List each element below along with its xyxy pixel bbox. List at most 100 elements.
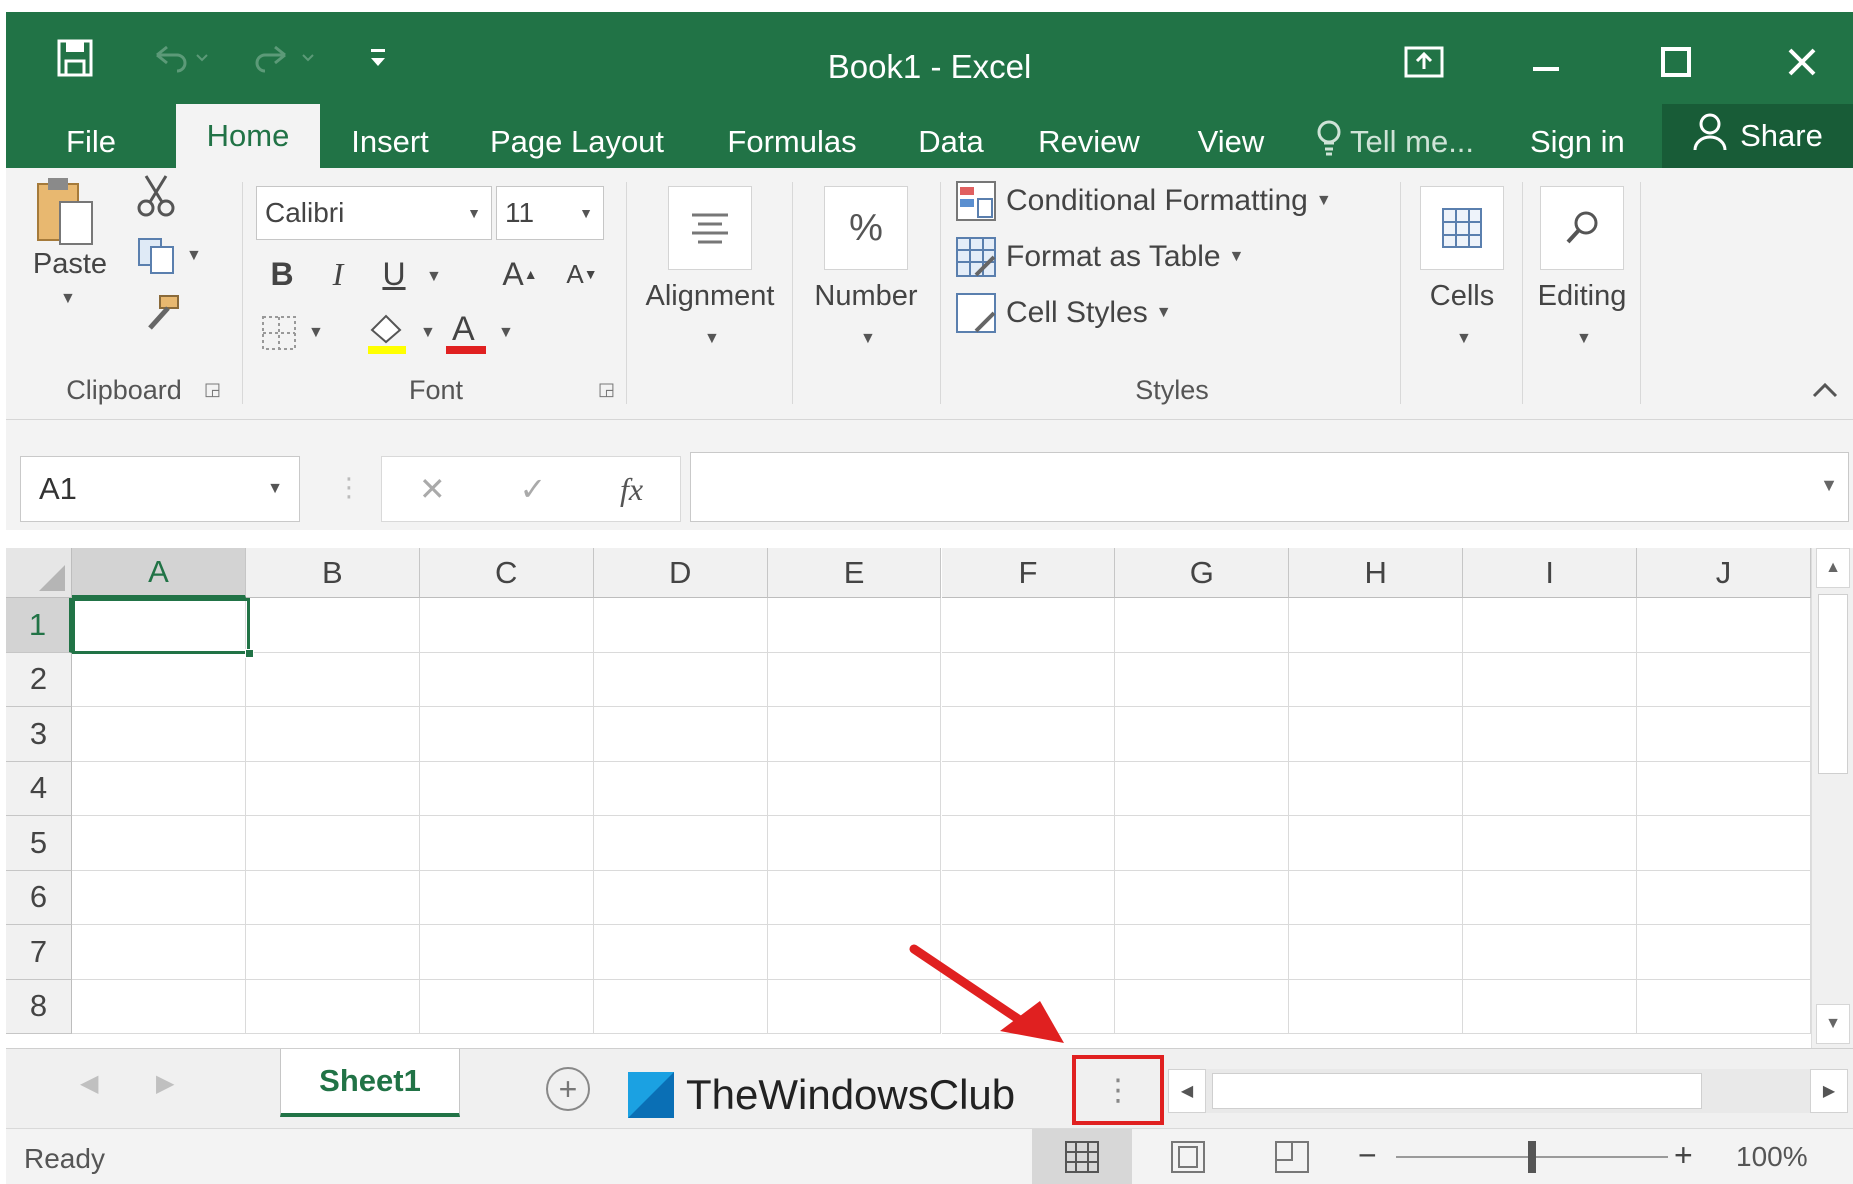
cell-b4[interactable] — [245, 761, 420, 816]
cell-c3[interactable] — [419, 707, 594, 762]
vertical-scrollbar[interactable]: ▲ ▼ — [1811, 548, 1853, 1048]
cell-g7[interactable] — [1115, 925, 1290, 980]
cell-h3[interactable] — [1289, 707, 1464, 762]
grow-font-button[interactable]: A ▲ — [498, 250, 542, 298]
tab-view[interactable]: View — [1186, 116, 1276, 168]
cell-j3[interactable] — [1637, 707, 1811, 762]
cell-c4[interactable] — [419, 761, 594, 816]
enter-icon[interactable]: ✓ — [519, 470, 546, 508]
editing-group[interactable]: Editing ▼ — [1526, 174, 1638, 410]
tab-insert[interactable]: Insert — [340, 116, 440, 168]
column-header-c[interactable]: C — [419, 548, 594, 598]
next-sheet-icon[interactable]: ▶ — [156, 1069, 174, 1098]
underline-dropdown-icon[interactable]: ▼ — [426, 268, 442, 286]
font-name-select[interactable]: Calibri ▼ — [256, 186, 492, 240]
cell-f4[interactable] — [941, 761, 1116, 816]
cell-e4[interactable] — [767, 761, 942, 816]
cell-h6[interactable] — [1289, 870, 1464, 925]
add-sheet-icon[interactable]: + — [546, 1067, 590, 1111]
cell-g4[interactable] — [1115, 761, 1290, 816]
format-painter-icon[interactable] — [140, 294, 182, 339]
cell-e3[interactable] — [767, 707, 942, 762]
column-header-b[interactable]: B — [245, 548, 420, 598]
zoom-level[interactable]: 100% — [1736, 1141, 1808, 1173]
customize-qat-icon[interactable] — [358, 34, 398, 82]
row-header-8[interactable]: 8 — [6, 979, 72, 1034]
format-as-table-button[interactable]: Format as Table ▼ — [954, 232, 1244, 282]
cell-j2[interactable] — [1637, 652, 1811, 707]
cell-f5[interactable] — [941, 816, 1116, 871]
cells-group[interactable]: Cells ▼ — [1404, 174, 1520, 410]
cell-g8[interactable] — [1115, 979, 1290, 1034]
tell-me-search[interactable]: Tell me... — [1316, 116, 1474, 168]
row-header-2[interactable]: 2 — [6, 652, 72, 707]
normal-view-icon[interactable] — [1032, 1129, 1132, 1184]
redo-icon[interactable] — [246, 34, 326, 82]
column-header-i[interactable]: I — [1463, 548, 1638, 598]
sheet-tab[interactable]: Sheet1 — [280, 1049, 460, 1117]
cell-b1[interactable] — [245, 598, 420, 653]
zoom-slider-thumb[interactable] — [1528, 1141, 1536, 1173]
zoom-in-button[interactable]: + — [1674, 1137, 1693, 1174]
cell-a3[interactable] — [72, 707, 246, 762]
italic-button[interactable]: I — [316, 250, 360, 298]
prev-sheet-icon[interactable]: ◀ — [80, 1069, 98, 1098]
zoom-out-button[interactable]: − — [1358, 1137, 1377, 1174]
cell-d2[interactable] — [593, 652, 768, 707]
cell-b3[interactable] — [245, 707, 420, 762]
horizontal-scroll-thumb[interactable] — [1212, 1073, 1702, 1109]
page-layout-view-icon[interactable] — [1138, 1129, 1238, 1184]
fill-color-button[interactable]: ▼ — [364, 310, 436, 356]
scroll-down-icon[interactable]: ▼ — [1816, 1004, 1850, 1044]
font-size-select[interactable]: 11 ▼ — [496, 186, 604, 240]
cell-d4[interactable] — [593, 761, 768, 816]
cell-h8[interactable] — [1289, 979, 1464, 1034]
clipboard-launcher-icon[interactable]: ◲ — [204, 379, 221, 400]
cell-styles-button[interactable]: Cell Styles ▼ — [954, 288, 1172, 338]
insert-function-button[interactable]: fx — [620, 471, 643, 508]
cell-d8[interactable] — [593, 979, 768, 1034]
cell-f1[interactable] — [941, 598, 1116, 653]
cell-a6[interactable] — [72, 870, 246, 925]
cell-h4[interactable] — [1289, 761, 1464, 816]
tab-formulas[interactable]: Formulas — [712, 116, 872, 168]
cut-icon[interactable] — [136, 174, 176, 223]
cell-d1[interactable] — [593, 598, 768, 653]
cell-h5[interactable] — [1289, 816, 1464, 871]
paste-button[interactable]: Paste ▼ — [26, 174, 107, 324]
tab-page-layout[interactable]: Page Layout — [482, 116, 672, 168]
cell-e2[interactable] — [767, 652, 942, 707]
expand-formula-bar-icon[interactable]: ▼ — [1820, 475, 1838, 496]
cell-i8[interactable] — [1463, 979, 1638, 1034]
active-cell-indicator[interactable] — [72, 598, 250, 654]
row-header-6[interactable]: 6 — [6, 870, 72, 925]
cell-f6[interactable] — [941, 870, 1116, 925]
tab-file[interactable]: File — [46, 116, 136, 168]
row-header-5[interactable]: 5 — [6, 816, 72, 871]
paste-dropdown-icon[interactable]: ▼ — [60, 290, 76, 308]
horizontal-scrollbar[interactable]: ◀ ▶ — [1168, 1069, 1848, 1113]
conditional-formatting-button[interactable]: Conditional Formatting ▼ — [954, 176, 1332, 226]
maximize-icon[interactable] — [1636, 34, 1716, 90]
row-header-3[interactable]: 3 — [6, 707, 72, 762]
cell-c2[interactable] — [419, 652, 594, 707]
cell-j7[interactable] — [1637, 925, 1811, 980]
cell-d3[interactable] — [593, 707, 768, 762]
column-header-a[interactable]: A — [72, 548, 246, 598]
cell-a5[interactable] — [72, 816, 246, 871]
cell-e5[interactable] — [767, 816, 942, 871]
cell-i6[interactable] — [1463, 870, 1638, 925]
copy-icon[interactable]: ▼ — [136, 236, 202, 276]
cell-i5[interactable] — [1463, 816, 1638, 871]
cell-a4[interactable] — [72, 761, 246, 816]
cell-d6[interactable] — [593, 870, 768, 925]
minimize-icon[interactable] — [1506, 34, 1586, 90]
cell-j5[interactable] — [1637, 816, 1811, 871]
cell-f3[interactable] — [941, 707, 1116, 762]
cell-j8[interactable] — [1637, 979, 1811, 1034]
scroll-right-icon[interactable]: ▶ — [1810, 1069, 1848, 1113]
page-break-view-icon[interactable] — [1242, 1129, 1342, 1184]
cell-i4[interactable] — [1463, 761, 1638, 816]
cell-a2[interactable] — [72, 652, 246, 707]
cell-e6[interactable] — [767, 870, 942, 925]
